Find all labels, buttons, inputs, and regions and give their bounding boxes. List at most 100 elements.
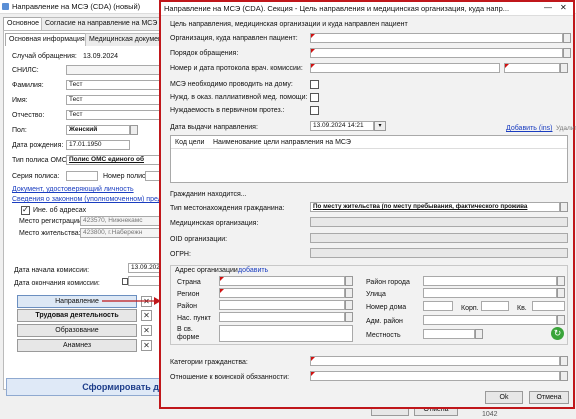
sex-label: Пол: [12,127,27,134]
country-field[interactable] [219,276,345,286]
form-document-button[interactable]: Сформировать д [6,378,162,396]
dialog-cancel-button[interactable]: Отмена [529,391,569,404]
ogrn-field[interactable] [310,248,568,258]
order-dropdown-button[interactable] [563,48,571,58]
work-activity-clear-icon[interactable]: ✕ [141,310,152,321]
issue-date-field[interactable]: 13.09.2024 14:21 [310,121,374,131]
app-icon [2,3,9,10]
birth-date-field[interactable]: 17.01.1950 [66,140,130,150]
adm-district-dropdown[interactable] [557,315,565,325]
citizen-category-field[interactable] [310,356,560,366]
palliative-checkbox[interactable] [310,93,319,102]
home-exam-checkbox[interactable] [310,80,319,89]
protocol-date-field[interactable] [504,63,560,73]
msee-dialog: Направление на МСЭ (CDA). Секция - Цель … [159,0,576,409]
adm-district-field[interactable] [423,315,557,325]
protocol-number-field[interactable] [310,63,500,73]
policy-series-field[interactable] [66,171,98,181]
minimize-icon[interactable]: — [544,3,552,12]
citizen-section-title: Гражданин находится... [170,191,247,198]
org-dropdown-button[interactable] [563,33,571,43]
patronymic-field[interactable]: Тест [66,110,161,120]
adm-district-label: Адм. район [366,318,403,325]
country-label: Страна [177,279,201,286]
goal-name-header: Наименование цели направления на МСЭ [213,139,351,146]
country-dropdown[interactable] [345,276,353,286]
prosthesis-checkbox[interactable] [310,106,319,115]
commission-start-field[interactable]: 13.09.202 [128,263,161,273]
commission-end-field[interactable] [128,276,161,286]
registration-place-field[interactable]: 423570, Нижнекамс [80,216,161,226]
city-district-field[interactable] [423,276,557,286]
tab-main[interactable]: Основное [3,17,44,30]
med-org-field[interactable] [310,217,568,227]
surname-field[interactable]: Тест [66,80,161,90]
identity-document-link[interactable]: Документ, удостоверяющий личность [12,185,134,194]
birth-date-label: Дата рождения: [12,142,64,149]
street-dropdown[interactable] [557,288,565,298]
region-field[interactable] [219,288,345,298]
settlement-field[interactable] [219,312,345,322]
anamnesis-clear-icon[interactable]: ✕ [141,340,152,351]
location-type-field[interactable]: По месту жительства (по месту пребывания… [310,202,560,212]
subtab-basic-info[interactable]: Основная информация [5,33,89,46]
building-label: Корп. [461,305,479,312]
locality-field[interactable] [423,329,475,339]
locality-label: Местность [366,332,401,339]
patronymic-label: Отчество: [12,112,45,119]
education-button[interactable]: Образование [17,324,137,337]
order-label: Порядок обращения: [170,50,239,57]
education-clear-icon[interactable]: ✕ [141,325,152,336]
citizen-category-dropdown[interactable] [560,356,568,366]
delete-goal-link[interactable]: Удалить (del) [556,124,576,133]
apartment-field[interactable] [532,301,565,311]
snils-field[interactable] [66,65,161,75]
sex-field[interactable]: Женский [66,125,130,135]
street-label: Улица [366,291,386,298]
policy-type-field[interactable]: Полис ОМС единого об [66,155,161,165]
close-icon[interactable]: ✕ [560,3,567,12]
anamnesis-button[interactable]: Анамнез [17,339,137,352]
oid-field[interactable] [310,233,568,243]
region-dropdown[interactable] [345,288,353,298]
legal-representative-link[interactable]: Сведения о законном (уполномоченном) пре… [12,195,162,204]
sex-dropdown-button[interactable] [130,125,138,135]
region-label: Регион [177,291,200,298]
locality-dropdown[interactable] [475,329,483,339]
subtab-med-docs[interactable]: Медицинская документ [85,33,170,46]
home-exam-label: МСЭ необходимо проводить на дому: [170,81,293,88]
military-dropdown[interactable] [560,371,568,381]
free-form-address-field[interactable] [219,325,353,342]
location-type-dropdown[interactable] [560,202,568,212]
dialog-ok-button[interactable]: Ok [485,391,523,404]
add-goal-link[interactable]: Добавить (ins) [506,124,553,133]
commission-end-checkbox[interactable] [122,278,128,285]
org-field[interactable] [310,33,563,43]
house-field[interactable] [423,301,453,311]
med-org-label: Медицинская организация: [170,220,259,227]
goals-table[interactable]: Код цели Наименование цели направления н… [170,135,568,183]
living-place-field[interactable]: 423800, г.Набережн [80,228,161,238]
address-add-link[interactable]: добавить [238,266,268,275]
street-field[interactable] [423,288,557,298]
calendar-dropdown-icon[interactable]: ▾ [374,121,386,131]
work-activity-button[interactable]: Трудовая деятельность [17,309,137,322]
city-district-dropdown[interactable] [557,276,565,286]
surname-label: Фамилия: [12,82,44,89]
dialog-title-bar: Направление на МСЭ (CDA). Секция - Цель … [161,2,573,16]
district-dropdown[interactable] [345,300,353,310]
other-address-checkbox[interactable] [21,205,30,215]
settlement-dropdown[interactable] [345,312,353,322]
tab-consent[interactable]: Согласие на направление на МСЭ [41,17,162,30]
district-field[interactable] [219,300,345,310]
location-type-label: Тип местонахождения гражданина: [170,205,285,212]
building-field[interactable] [481,301,509,311]
protocol-date-picker[interactable] [560,63,568,73]
name-field[interactable]: Тест [66,95,161,105]
order-field[interactable] [310,48,563,58]
goal-code-header: Код цели [175,139,205,146]
settlement-label: Нас. пункт [177,315,211,322]
refresh-icon[interactable]: ↻ [551,327,564,340]
military-field[interactable] [310,371,560,381]
registration-place-label: Место регистрации: [19,218,84,225]
